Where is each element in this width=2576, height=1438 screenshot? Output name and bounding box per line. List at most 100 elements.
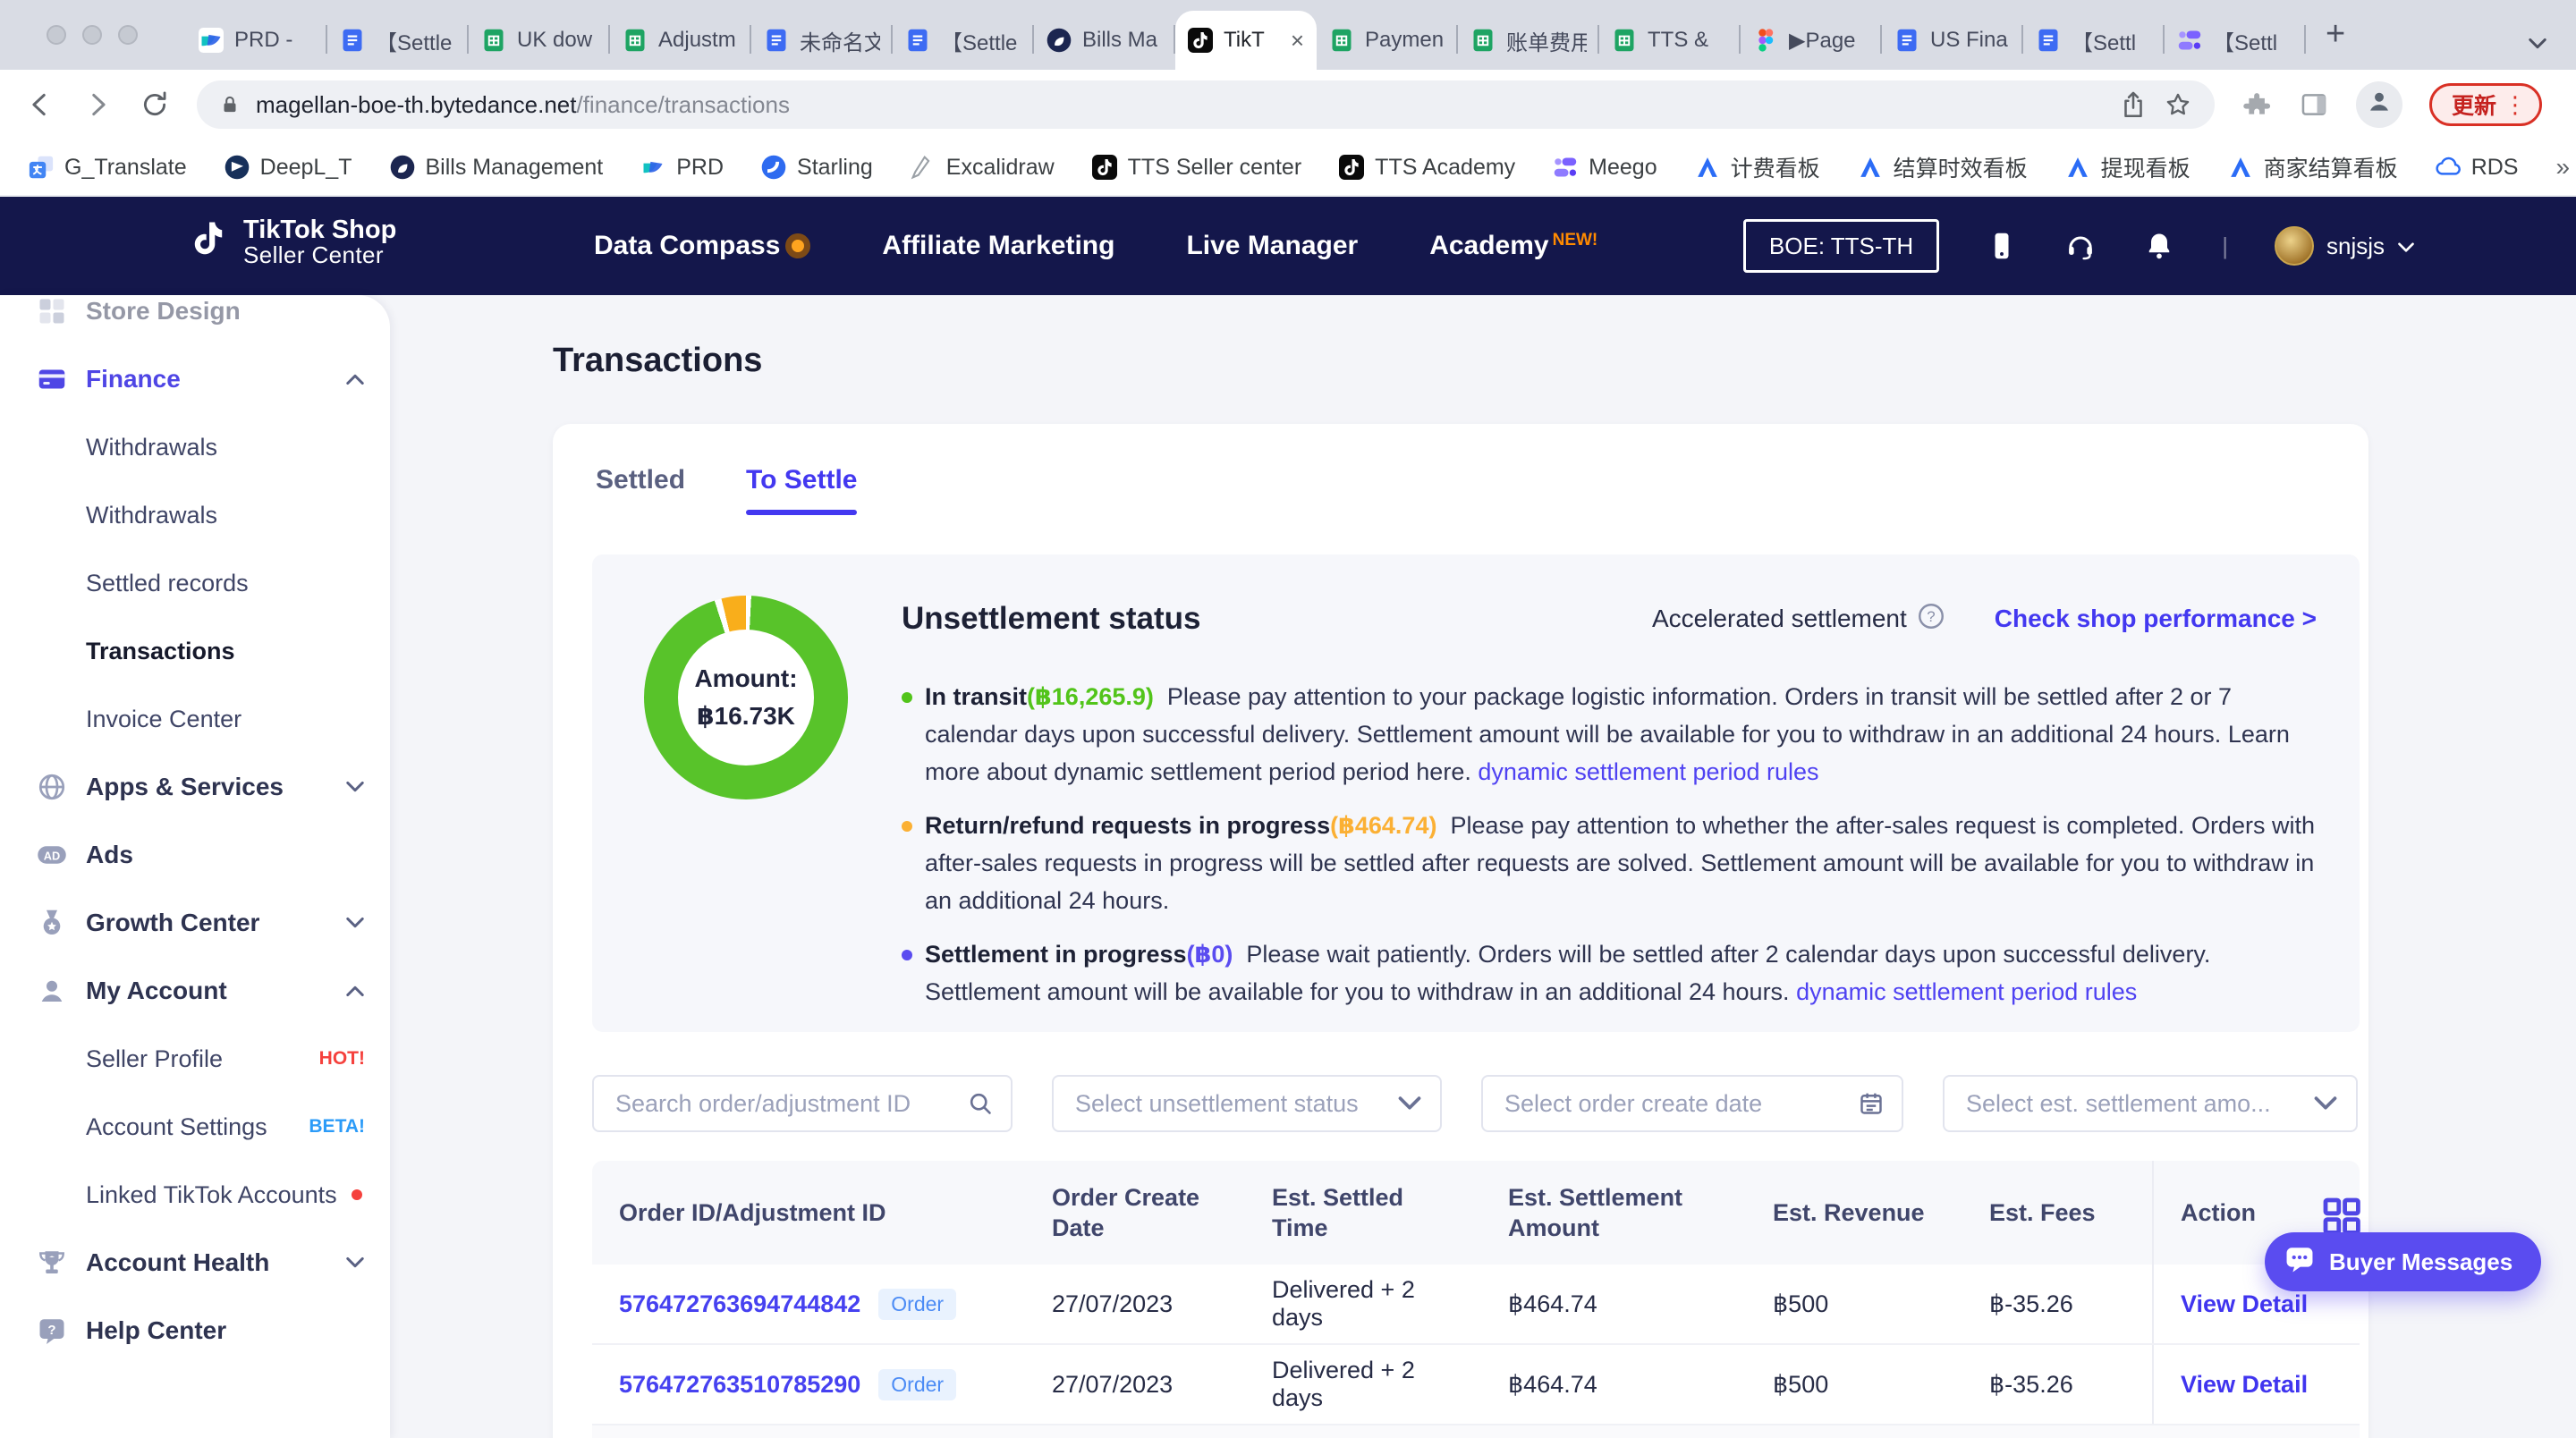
support-headset-icon[interactable] (2064, 230, 2097, 262)
extensions-icon[interactable] (2241, 89, 2272, 120)
dynamic-settlement-rules-link[interactable]: dynamic settlement period rules (1796, 978, 2137, 1005)
sidebar-item[interactable]: My Account (0, 957, 390, 1025)
header-nav-item[interactable]: Academy NEW! (1429, 228, 1597, 264)
bookmark-item[interactable]: G_Translate (29, 155, 187, 181)
header-nav-item[interactable]: Data Compass (594, 228, 810, 264)
bookmark-star-icon[interactable] (2163, 89, 2193, 120)
sidebar-item[interactable]: Seller Profile HOT! (0, 1025, 390, 1093)
browser-tab[interactable]: 【Settl (2165, 11, 2306, 70)
sidebar-item[interactable]: Settled records (0, 549, 390, 617)
bookmark-item[interactable]: 商家结算看板 (2228, 151, 2398, 183)
browser-tab[interactable]: Adjustm (610, 11, 751, 70)
order-create-date-picker[interactable]: Select order create date (1481, 1075, 1903, 1132)
bookmark-item[interactable]: Bills Management (390, 155, 604, 181)
bookmark-item[interactable]: DeepL_T (225, 155, 352, 181)
zoom-window-button[interactable] (118, 25, 138, 45)
window-controls[interactable] (47, 25, 138, 45)
bookmark-item[interactable]: PRD (640, 155, 724, 181)
sidebar-item[interactable]: Apps & Services (0, 753, 390, 821)
buyer-messages-button[interactable]: Buyer Messages (2265, 1232, 2541, 1291)
bookmark-item[interactable]: TTS Seller center (1092, 155, 1302, 181)
new-tab-button[interactable]: + (2326, 14, 2345, 54)
browser-menu-icon[interactable]: ⋮ (2504, 91, 2527, 119)
unsettlement-status-select[interactable]: Select unsettlement status (1052, 1075, 1442, 1132)
header-nav-item[interactable]: Live Manager (1186, 228, 1358, 264)
tiktok-shop-logo[interactable]: TikTok Shop Seller Center (186, 213, 396, 272)
sidebar-item[interactable]: Finance (0, 345, 390, 413)
browser-tab[interactable]: TikT × (1175, 11, 1317, 70)
shop-selector[interactable]: BOE: TTS-TH (1743, 219, 1939, 273)
table-column-header[interactable]: Est. Settled Time (1245, 1161, 1481, 1265)
bookmark-item[interactable]: TTS Academy (1339, 155, 1515, 181)
search-input[interactable] (615, 1090, 953, 1118)
reload-button[interactable] (140, 89, 170, 120)
browser-tab[interactable]: 【Settl (2023, 11, 2165, 70)
sidebar-item[interactable]: Withdrawals (0, 481, 390, 549)
order-id-link[interactable]: 576472763510785290 (619, 1371, 860, 1399)
column-settings-icon[interactable] (2320, 1193, 2363, 1236)
bookmarks-overflow-chevron[interactable]: » (2555, 153, 2570, 182)
view-detail-link[interactable]: View Detail (2181, 1290, 2308, 1318)
help-circle-icon[interactable]: ? (1918, 603, 1945, 636)
forward-button[interactable] (82, 89, 113, 120)
table-column-header[interactable]: Order ID/Adjustment ID (592, 1161, 1025, 1265)
notifications-bell-icon[interactable] (2143, 230, 2175, 262)
browser-tab[interactable]: 账单费用 (1458, 11, 1599, 70)
back-button[interactable] (25, 89, 55, 120)
tab-close-icon[interactable]: × (1287, 27, 1304, 55)
browser-profile-button[interactable] (2356, 81, 2402, 128)
sidebar-item[interactable]: ? Help Center (0, 1297, 390, 1365)
bookmark-item[interactable]: 计费看板 (1695, 151, 1820, 183)
mobile-app-icon[interactable] (1986, 230, 2018, 262)
bookmark-item[interactable]: RDS (2436, 155, 2519, 181)
settlement-tab[interactable]: Settled (596, 465, 685, 515)
table-column-header[interactable]: Est. Revenue (1746, 1161, 1962, 1265)
settlement-amount-select[interactable]: Select est. settlement amo... (1943, 1075, 2358, 1132)
bookmark-item[interactable]: Starling (761, 155, 873, 181)
header-nav-item[interactable]: Affiliate Marketing (882, 228, 1114, 264)
side-panel-icon[interactable] (2299, 89, 2329, 120)
sidebar-item[interactable]: Withdrawals (0, 413, 390, 481)
lock-icon[interactable] (218, 93, 242, 116)
dynamic-settlement-rules-link[interactable]: dynamic settlement period rules (1478, 758, 1818, 785)
bookmark-item[interactable]: Excalidraw (911, 155, 1055, 181)
browser-update-button[interactable]: 更新 ⋮ (2429, 83, 2542, 126)
user-menu[interactable]: snjsjs (2275, 226, 2415, 266)
browser-tab[interactable]: TTS & (1599, 11, 1741, 70)
browser-tab[interactable]: PRD - (186, 11, 327, 70)
address-bar[interactable]: magellan-boe-th.bytedance.net/finance/tr… (197, 80, 2215, 129)
sidebar-item[interactable]: Store Design (0, 295, 390, 345)
settlement-tab[interactable]: To Settle (746, 465, 857, 515)
browser-tab[interactable]: 【Settle (327, 11, 469, 70)
sidebar-item[interactable]: Linked TikTok Accounts (0, 1161, 390, 1229)
sidebar-item[interactable]: Invoice Center (0, 685, 390, 753)
order-id-link[interactable]: 576472763694744842 (619, 1290, 860, 1318)
sidebar-item-chevron-icon (345, 984, 365, 998)
share-icon[interactable] (2118, 89, 2148, 120)
sidebar-item[interactable]: Transactions (0, 617, 390, 685)
view-detail-link[interactable]: View Detail (2181, 1371, 2308, 1399)
bookmark-item[interactable]: 结算时效看板 (1858, 151, 2028, 183)
bookmark-item[interactable]: 提现看板 (2065, 151, 2190, 183)
minimize-window-button[interactable] (82, 25, 102, 45)
browser-tab[interactable]: Paymen (1317, 11, 1458, 70)
sidebar-item[interactable]: Account Settings BETA! (0, 1093, 390, 1161)
check-shop-performance-link[interactable]: Check shop performance > (1995, 605, 2317, 633)
browser-tab[interactable]: 未命名文 (751, 11, 893, 70)
browser-tab[interactable]: ▶Page (1741, 11, 1882, 70)
browser-tab[interactable]: Bills Ma (1034, 11, 1175, 70)
bookmark-item[interactable]: Meego (1553, 155, 1657, 181)
tab-list-chevron-icon[interactable] (2528, 25, 2547, 58)
sidebar-item[interactable]: AD Ads (0, 821, 390, 889)
sidebar-item[interactable]: Account Health (0, 1229, 390, 1297)
table-column-header[interactable]: Est. Fees (1962, 1161, 2152, 1265)
search-icon[interactable] (968, 1091, 993, 1116)
sidebar-item[interactable]: Growth Center (0, 889, 390, 957)
table-column-header[interactable]: Est. Settlement Amount (1481, 1161, 1746, 1265)
browser-tab[interactable]: 【Settle (893, 11, 1034, 70)
search-order-input[interactable] (592, 1075, 1013, 1132)
browser-tab[interactable]: US Fina (1882, 11, 2023, 70)
close-window-button[interactable] (47, 25, 66, 45)
browser-tab[interactable]: UK dow (469, 11, 610, 70)
table-column-header[interactable]: Order Create Date (1025, 1161, 1245, 1265)
